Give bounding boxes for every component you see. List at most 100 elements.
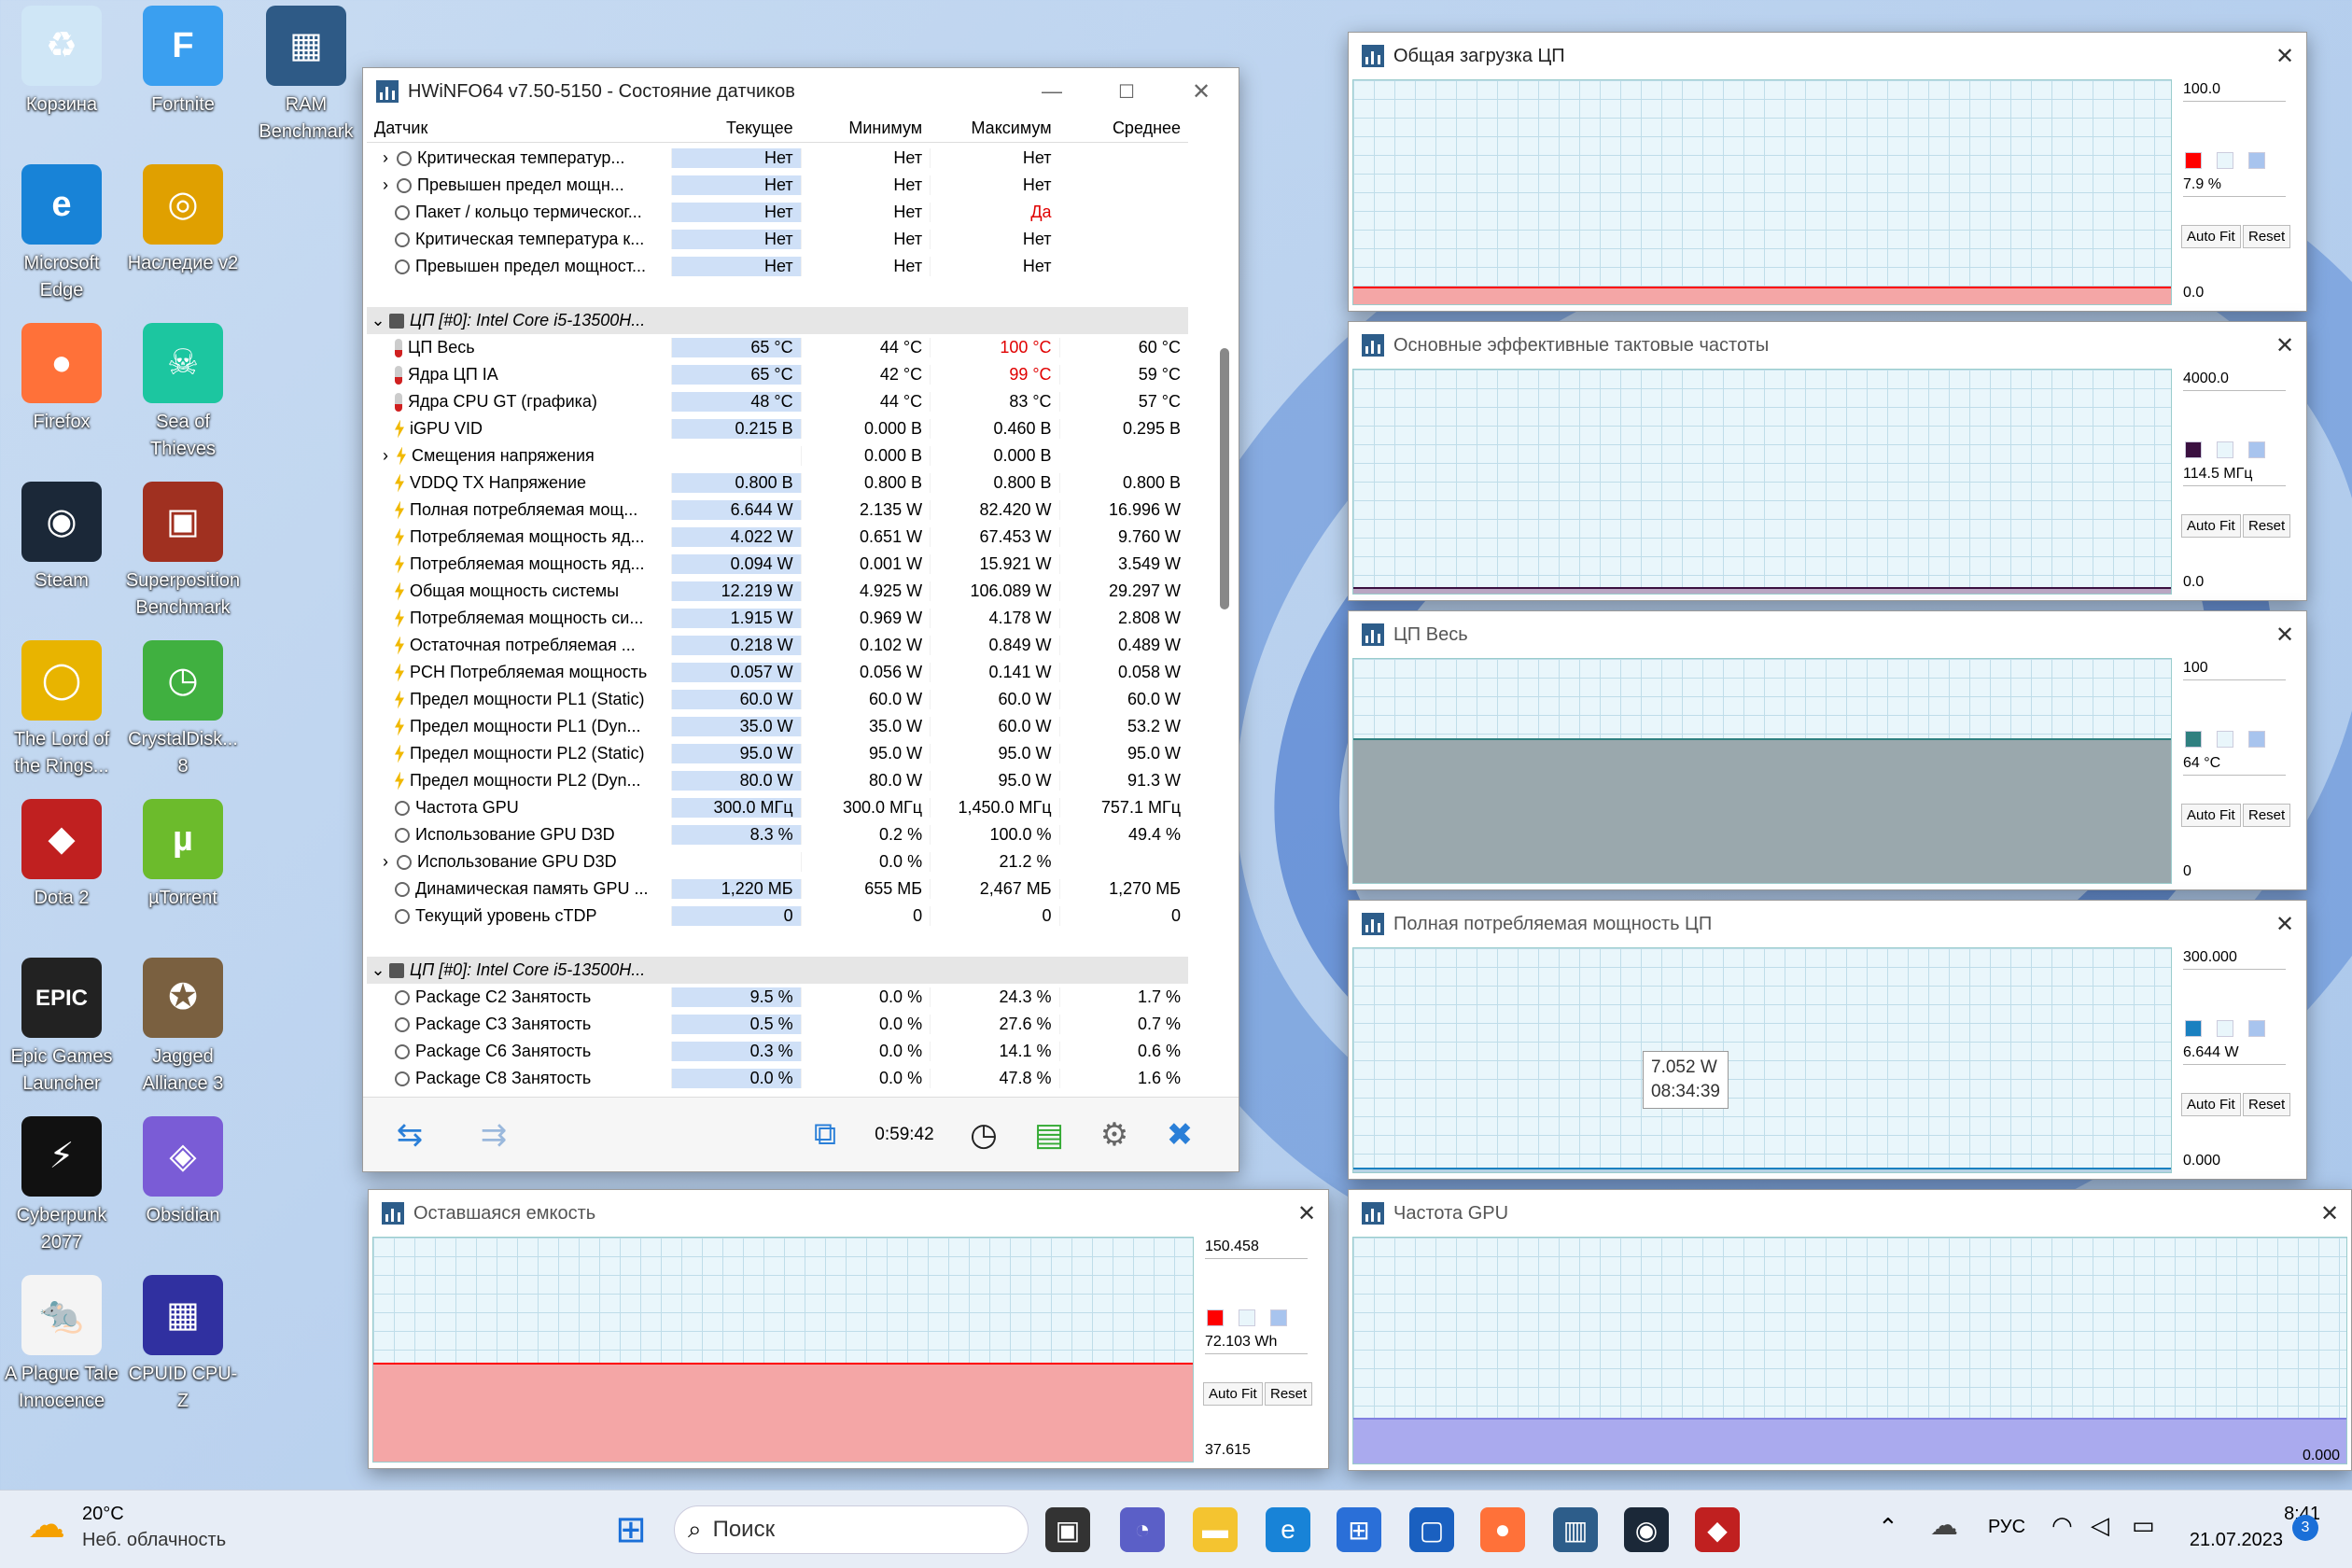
background-swatch[interactable] bbox=[2217, 1020, 2233, 1037]
background-swatch[interactable] bbox=[1239, 1309, 1255, 1326]
grid-swatch[interactable] bbox=[2248, 731, 2265, 748]
graph-titlebar[interactable]: ЦП Весь ✕ bbox=[1349, 611, 2306, 658]
group-header-row[interactable]: ⌄ ЦП [#0]: Intel Core i5-13500H... bbox=[367, 957, 1188, 984]
battery-icon[interactable]: ▭ bbox=[2132, 1511, 2155, 1540]
hwinfo-titlebar[interactable]: HWiNFO64 v7.50-5150 - Состояние датчиков… bbox=[363, 68, 1239, 115]
onedrive-icon[interactable]: ☁ bbox=[1930, 1509, 1958, 1542]
graph-titlebar[interactable]: Полная потребляемая мощность ЦП ✕ bbox=[1349, 901, 2306, 947]
line-color-swatch[interactable] bbox=[2185, 152, 2202, 169]
sensor-row[interactable]: › Смещения напряжения 0.000 В 0.000 В bbox=[367, 442, 1188, 469]
desktop-icon[interactable]: ▦ CPUID CPU-Z bbox=[123, 1275, 243, 1415]
group-header-row[interactable]: ⌄ ЦП [#0]: Intel Core i5-13500H... bbox=[367, 307, 1188, 334]
weather-temp[interactable]: 20°C bbox=[82, 1504, 124, 1525]
grid-swatch[interactable] bbox=[1270, 1309, 1287, 1326]
sensor-row[interactable]: › Использование GPU D3D 0.0 % 21.2 % bbox=[367, 848, 1188, 875]
graph-titlebar[interactable]: Частота GPU ✕ bbox=[1349, 1190, 2351, 1237]
close-icon[interactable]: ✕ bbox=[2263, 622, 2306, 649]
blank-row[interactable] bbox=[367, 280, 1188, 307]
sensor-row[interactable]: › Превышен предел мощн... Нет Нет Нет bbox=[367, 172, 1188, 199]
chevron-right-icon[interactable]: › bbox=[374, 175, 397, 195]
close-icon[interactable]: ✕ bbox=[1285, 1200, 1328, 1227]
chat-icon[interactable]: ◔ bbox=[1120, 1507, 1165, 1552]
close-icon[interactable]: ✕ bbox=[2263, 911, 2306, 938]
sensor-row[interactable]: Предел мощности PL1 (Static) 60.0 W 60.0 W… bbox=[367, 686, 1188, 713]
line-color-swatch[interactable] bbox=[2185, 441, 2202, 458]
volume-icon[interactable]: ◁ bbox=[2091, 1511, 2109, 1540]
firefox-taskbar-icon[interactable]: ● bbox=[1480, 1507, 1525, 1552]
desktop-icon[interactable]: ◆ Dota 2 bbox=[2, 799, 121, 912]
desktop-icon[interactable]: µ µTorrent bbox=[123, 799, 243, 912]
sensor-row[interactable]: Потребляемая мощность си... 1.915 W 0.969 … bbox=[367, 605, 1188, 632]
chevron-right-icon[interactable]: › bbox=[374, 852, 397, 872]
desktop-icon[interactable]: ✪ Jagged Alliance 3 bbox=[123, 958, 243, 1098]
auto-fit-button[interactable]: Auto Fit bbox=[2181, 804, 2241, 827]
graph-window-battery[interactable]: Оставшаяся емкость ✕ 150.458 72.103 Wh 37.61… bbox=[368, 1189, 1329, 1469]
edge-taskbar-icon[interactable]: e bbox=[1266, 1507, 1310, 1552]
close-icon[interactable]: ✕ bbox=[2308, 1200, 2351, 1227]
clock-icon[interactable]: ◷ bbox=[951, 1105, 1016, 1165]
graph-titlebar[interactable]: Основные эффективные тактовые частоты ✕ bbox=[1349, 322, 2306, 369]
reset-button[interactable]: Reset bbox=[2243, 1093, 2291, 1116]
desktop-icon[interactable]: ● Firefox bbox=[2, 323, 121, 436]
app-taskbar-icon[interactable]: ▢ bbox=[1409, 1507, 1454, 1552]
col-max[interactable]: Максимум bbox=[930, 119, 1058, 138]
chevron-up-icon[interactable]: ⌃ bbox=[1878, 1513, 1898, 1542]
sensor-row[interactable]: PCH Потребляемая мощность 0.057 W 0.056 W0… bbox=[367, 659, 1188, 686]
sensor-row[interactable]: Предел мощности PL2 (Static) 95.0 W 95.0 W… bbox=[367, 740, 1188, 767]
sensor-row[interactable]: Ядра ЦП IA 65 °C 42 °C 99 °C 59 °C bbox=[367, 361, 1188, 388]
desktop-icon[interactable]: ▣ Superposition Benchmark bbox=[123, 482, 243, 622]
desktop-icon[interactable]: ◯ The Lord of the Rings... bbox=[2, 640, 121, 780]
sensor-row[interactable]: Package C3 Занятость 0.5 % 0.0 % 27.6 % 0.7 … bbox=[367, 1011, 1188, 1038]
graph-plot-area[interactable] bbox=[372, 1237, 1194, 1463]
graph-plot-area[interactable] bbox=[1352, 1237, 2347, 1464]
dota-taskbar-icon[interactable]: ◆ bbox=[1695, 1507, 1740, 1552]
desktop-icon[interactable]: 🐀 A Plague Tale Innocence bbox=[2, 1275, 121, 1415]
network-icon[interactable]: ⧉ bbox=[792, 1105, 858, 1165]
wifi-icon[interactable]: ◠ bbox=[2051, 1511, 2073, 1540]
weather-desc[interactable]: Неб. облачность bbox=[82, 1530, 226, 1551]
sensor-row[interactable]: Package C8 Занятость 0.0 % 0.0 % 47.8 % 1.6 … bbox=[367, 1065, 1188, 1092]
notification-badge[interactable]: 3 bbox=[2292, 1515, 2318, 1541]
sensor-row[interactable]: Предел мощности PL2 (Dyn... 80.0 W 80.0 W9… bbox=[367, 767, 1188, 794]
language-indicator[interactable]: РУС bbox=[1988, 1517, 2025, 1538]
graph-window-cpu-load[interactable]: Общая загрузка ЦП ✕ 100.0 7.9 % 0.0 Auto Fit R… bbox=[1348, 32, 2307, 312]
desktop-icon[interactable]: ▦ RAM Benchmark bbox=[246, 6, 366, 146]
sensor-row[interactable]: Критическая температура к... Нет Нет Нет bbox=[367, 226, 1188, 253]
line-color-swatch[interactable] bbox=[2185, 731, 2202, 748]
grid-swatch[interactable] bbox=[2248, 441, 2265, 458]
settings-gear-icon[interactable]: ⚙ bbox=[1082, 1105, 1147, 1165]
grid-swatch[interactable] bbox=[2248, 1020, 2265, 1037]
reset-button[interactable]: Reset bbox=[2243, 514, 2291, 538]
task-view-icon[interactable]: ▣ bbox=[1045, 1507, 1090, 1552]
sensor-row[interactable]: Пакет / кольцо термическог... Нет Нет Да bbox=[367, 199, 1188, 226]
sensor-row[interactable]: VDDQ TX Напряжение 0.800 В 0.800 В 0.800 В0… bbox=[367, 469, 1188, 497]
chevron-down-icon[interactable]: ⌄ bbox=[367, 960, 389, 980]
close-icon[interactable]: ✕ bbox=[2263, 332, 2306, 359]
start-button-icon[interactable]: ⊞ bbox=[609, 1507, 653, 1552]
desktop-icon[interactable]: ◉ Steam bbox=[2, 482, 121, 595]
sensor-row[interactable]: Остаточная потребляемая ... 0.218 W 0.102 … bbox=[367, 632, 1188, 659]
graph-plot-area[interactable] bbox=[1352, 79, 2172, 305]
sensor-row[interactable]: Превышен предел мощност... Нет Нет Нет bbox=[367, 253, 1188, 280]
clock-date[interactable]: 21.07.2023 bbox=[2184, 1530, 2283, 1551]
steam-taskbar-icon[interactable]: ◉ bbox=[1624, 1507, 1669, 1552]
line-color-swatch[interactable] bbox=[2185, 1020, 2202, 1037]
reset-button[interactable]: Reset bbox=[2243, 804, 2291, 827]
auto-fit-button[interactable]: Auto Fit bbox=[1203, 1382, 1263, 1406]
graph-window-cpu-power[interactable]: Полная потребляемая мощность ЦП ✕ 7.052 W 0… bbox=[1348, 900, 2307, 1180]
sensor-row[interactable]: Package C2 Занятость 9.5 % 0.0 % 24.3 % 1.7 … bbox=[367, 984, 1188, 1011]
chevron-down-icon[interactable]: ⌄ bbox=[367, 311, 389, 330]
sensor-row[interactable]: Потребляемая мощность яд... 4.022 W 0.651 … bbox=[367, 524, 1188, 551]
sensor-row[interactable]: Динамическая память GPU ... 1,220 МБ 655 М… bbox=[367, 875, 1188, 903]
col-min[interactable]: Минимум bbox=[801, 119, 930, 138]
line-color-swatch[interactable] bbox=[1207, 1309, 1224, 1326]
graph-plot-area[interactable] bbox=[1352, 658, 2172, 884]
desktop-icon[interactable]: ⚡ Cyberpunk 2077 bbox=[2, 1116, 121, 1256]
sensor-row[interactable]: Ядра CPU GT (графика) 48 °C 44 °C 83 °C 57 °… bbox=[367, 388, 1188, 415]
expand-arrows-icon[interactable]: ⇆ bbox=[363, 1105, 456, 1165]
sensor-row[interactable]: iGPU VID 0.215 В 0.000 В 0.460 В 0.295 В bbox=[367, 415, 1188, 442]
sensor-row[interactable]: Потребляемая мощность яд... 0.094 W 0.001 … bbox=[367, 551, 1188, 578]
desktop-icon[interactable]: ♻ Корзина bbox=[2, 6, 121, 119]
desktop-icon[interactable]: F Fortnite bbox=[123, 6, 243, 119]
grid-swatch[interactable] bbox=[2248, 152, 2265, 169]
